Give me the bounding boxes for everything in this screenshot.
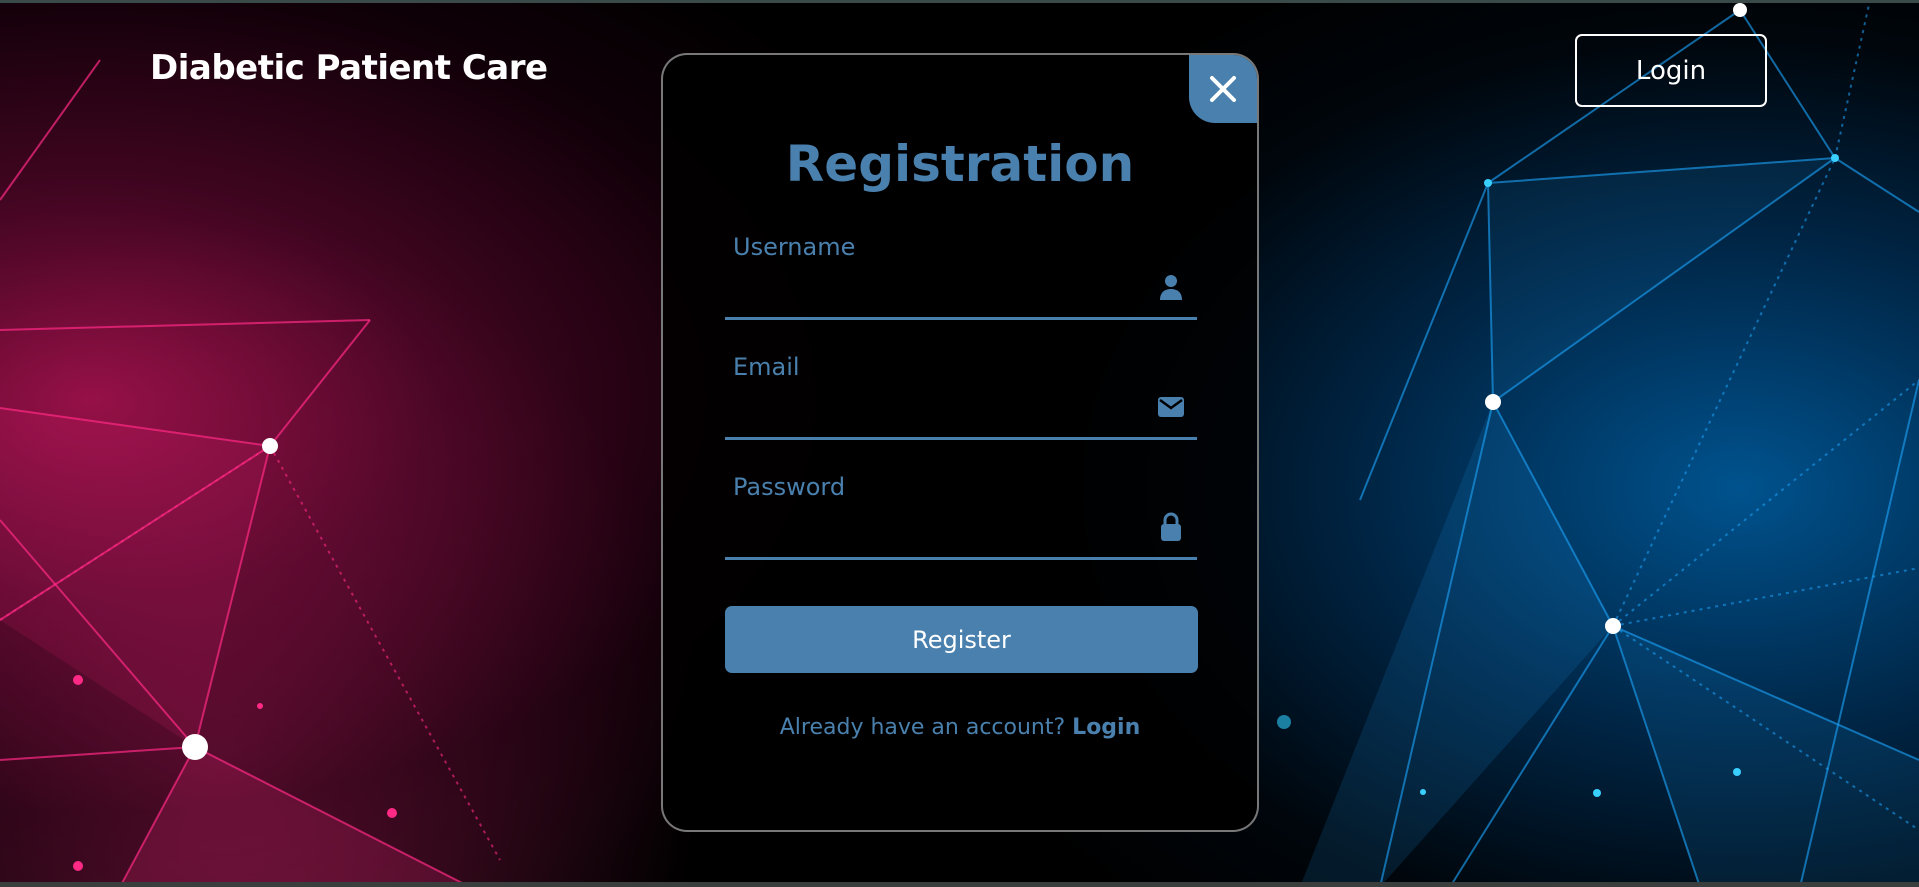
account-prompt-text: Already have an account? <box>779 715 1066 740</box>
password-field: Password <box>725 463 1197 560</box>
bottom-border <box>0 882 1919 887</box>
registration-modal: Registration Username Email Password Reg… <box>661 53 1259 832</box>
lock-icon <box>1157 511 1185 543</box>
brand-title: Diabetic Patient Care <box>150 48 548 88</box>
modal-title: Registration <box>785 135 1135 193</box>
email-label: Email <box>733 353 800 381</box>
envelope-icon <box>1157 391 1185 423</box>
user-icon <box>1157 271 1185 303</box>
username-field: Username <box>725 223 1197 320</box>
password-label: Password <box>733 473 846 501</box>
close-icon <box>1210 76 1236 102</box>
login-prompt: Already have an account? Login <box>663 715 1257 740</box>
email-input[interactable] <box>733 391 1147 429</box>
close-button[interactable] <box>1189 55 1257 123</box>
password-input[interactable] <box>733 511 1147 549</box>
username-input[interactable] <box>733 271 1147 309</box>
register-button[interactable]: Register <box>725 606 1198 673</box>
email-field: Email <box>725 343 1197 440</box>
header-login-button[interactable]: Login <box>1575 34 1767 107</box>
page: Diabetic Patient Care Login Registration… <box>0 0 1919 887</box>
username-label: Username <box>733 233 856 261</box>
login-link[interactable]: Login <box>1072 715 1140 740</box>
top-border <box>0 0 1919 3</box>
